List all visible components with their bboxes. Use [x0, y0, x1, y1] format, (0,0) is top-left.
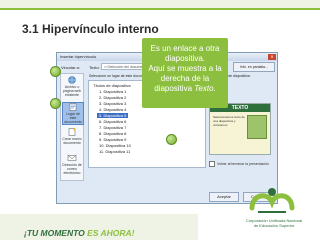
- preview-image: [247, 115, 267, 139]
- callout-line-1: Es un enlace a otra: [150, 44, 220, 53]
- callout-line-2: diapositiva.: [164, 54, 206, 63]
- screentip-button[interactable]: Info. en pantalla...: [233, 62, 275, 72]
- callout-emphasis: Texto: [194, 84, 214, 93]
- list-item[interactable]: 2. Diapositiva 2: [97, 95, 128, 100]
- slogan-part-1: ¡TU MOMENTO: [24, 228, 88, 238]
- footer-slogan: ¡TU MOMENTO ES AHORA!: [24, 228, 135, 238]
- list-item[interactable]: 11. Diapositiva 11: [97, 149, 132, 154]
- vincular-label: Vincular a:: [61, 65, 80, 70]
- show-return-label: Volver al terminar la presentación: [217, 161, 269, 166]
- list-item[interactable]: 9. Diapositiva 9: [97, 137, 128, 142]
- slogan-part-2: ES AHORA!: [87, 228, 135, 238]
- list-item[interactable]: 6. Diapositiva 6: [97, 119, 128, 124]
- preview-body: Seleccionamos texto de una diapositiva y…: [213, 115, 245, 127]
- callout-line-5: diapositiva: [154, 84, 195, 93]
- link-email-address[interactable]: Dirección de correo electrónico: [62, 154, 82, 175]
- list-item[interactable]: 1. Diapositiva 1: [97, 89, 128, 94]
- callout-line-3: Aquí se muestra a la: [148, 64, 222, 73]
- list-item[interactable]: 4. Diapositiva 4: [97, 107, 128, 112]
- list-item[interactable]: 3. Diapositiva 3: [97, 101, 128, 106]
- link-new-document[interactable]: Crear nuevo documento: [62, 128, 82, 145]
- organization-name: Corporación Unificada Nacional de Educac…: [236, 218, 312, 228]
- green-bullet-icon: [50, 98, 61, 109]
- top-stripe: [0, 8, 320, 10]
- link-to-sidebar: Archivo o página web existente Lugar de …: [60, 73, 84, 181]
- ok-button[interactable]: Aceptar: [209, 192, 239, 202]
- cun-logo-icon: [249, 188, 295, 213]
- list-item[interactable]: 10. Diapositiva 10: [97, 143, 133, 148]
- link-place-in-document-label: Lugar de este documento: [64, 112, 82, 124]
- callout-line-4: derecha de la: [160, 74, 210, 83]
- link-place-in-document[interactable]: Lugar de este documento: [62, 102, 84, 125]
- green-bullet-icon: [166, 134, 177, 145]
- list-item[interactable]: 8. Diapositiva 8: [97, 131, 128, 136]
- document-place-icon: [69, 103, 77, 111]
- list-item-selected[interactable]: 5. Diapositiva 5: [97, 113, 129, 118]
- email-icon: [67, 155, 77, 161]
- link-existing-file-label: Archivo o página web existente: [63, 85, 81, 97]
- green-bullet-icon: [50, 66, 61, 77]
- list-item[interactable]: 7. Diapositiva 7: [97, 125, 128, 130]
- callout-period: .: [213, 84, 216, 93]
- callout-text: Es un enlace a otra diapositiva. Aquí se…: [146, 44, 224, 94]
- link-existing-file[interactable]: Archivo o página web existente: [62, 76, 82, 97]
- globe-icon: [68, 76, 76, 84]
- link-email-address-label: Dirección de correo electrónico: [62, 163, 82, 175]
- texto-label: Texto:: [89, 65, 100, 70]
- show-return-checkbox[interactable]: Volver al terminar la presentación: [209, 161, 269, 167]
- new-document-icon: [68, 128, 76, 136]
- org-line-2: de Educación Superior: [253, 223, 295, 228]
- slide-title: 3.1 Hipervínculo interno: [22, 22, 159, 36]
- checkbox-box[interactable]: [209, 161, 215, 167]
- top-decoration-bar: [0, 0, 320, 10]
- list-header: Títulos de diapositiva: [93, 83, 131, 88]
- link-new-document-label: Crear nuevo documento: [62, 137, 82, 145]
- slide-preview: TEXTO Seleccionamos texto de una diaposi…: [209, 103, 271, 155]
- close-icon[interactable]: ✕: [268, 54, 276, 60]
- explanation-callout: Es un enlace a otra diapositiva. Aquí se…: [142, 38, 228, 108]
